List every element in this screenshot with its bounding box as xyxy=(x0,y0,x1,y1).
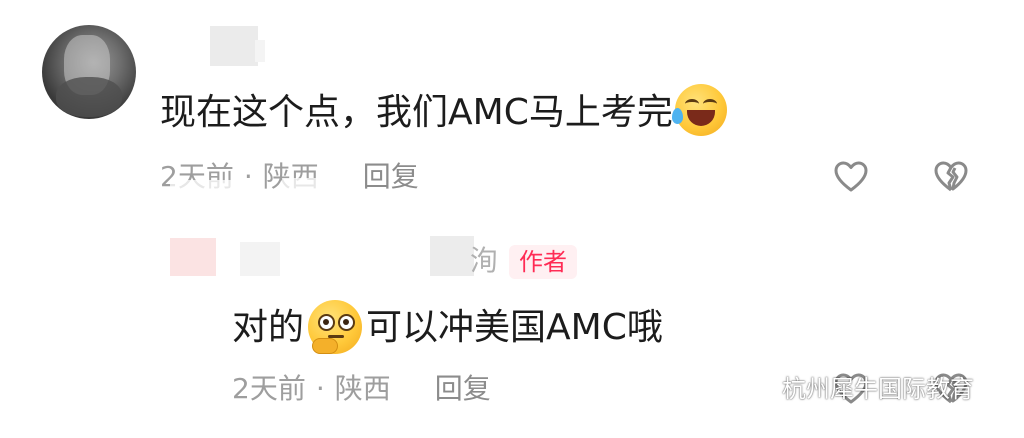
meta-redaction xyxy=(170,180,240,196)
laughing-tears-emoji-icon xyxy=(671,84,727,136)
reply-username-redacted xyxy=(240,242,280,276)
like-button[interactable] xyxy=(832,158,870,196)
comment-section: 现在这个点，我们AMC马上考完 2天前 · 陕西 回复 洵 作者 对的 可以冲美国AMC… xyxy=(0,0,1024,438)
thinking-face-emoji-icon xyxy=(308,300,363,354)
reply-body-part1: 对的 xyxy=(232,307,305,348)
meta-separator: · xyxy=(315,372,325,405)
heart-outline-icon xyxy=(834,161,868,192)
reply-text: 对的 可以冲美国AMC哦 xyxy=(232,300,663,356)
reply-username-redacted[interactable] xyxy=(170,238,216,276)
watermark-text: 杭州犀牛国际教育 xyxy=(782,375,974,403)
watermark: 杭州犀牛国际教育 xyxy=(748,372,974,406)
dislike-button[interactable] xyxy=(932,158,970,196)
reply-username-fragment[interactable]: 洵 xyxy=(470,244,498,278)
meta-redaction xyxy=(282,178,352,196)
reply-button[interactable]: 回复 xyxy=(435,372,491,405)
comment-text: 现在这个点，我们AMC马上考完 xyxy=(160,84,727,140)
reply-meta: 2天前 · 陕西 回复 xyxy=(232,372,491,406)
wechat-icon xyxy=(748,376,776,400)
comment-body: 现在这个点，我们AMC马上考完 xyxy=(160,92,673,133)
broken-heart-outline-icon xyxy=(934,161,968,192)
reply-username-redacted xyxy=(430,236,474,276)
avatar-blur xyxy=(56,77,122,117)
avatar[interactable] xyxy=(42,25,136,119)
reply-location: 陕西 xyxy=(334,372,391,405)
username-redacted xyxy=(255,40,265,62)
reply-time: 2天前 xyxy=(232,372,306,405)
reply-button[interactable]: 回复 xyxy=(363,160,419,193)
meta-separator: · xyxy=(243,160,253,193)
author-badge: 作者 xyxy=(509,245,577,279)
username-redacted[interactable] xyxy=(210,26,258,66)
reply-body-part2: 可以冲美国AMC哦 xyxy=(366,307,663,348)
